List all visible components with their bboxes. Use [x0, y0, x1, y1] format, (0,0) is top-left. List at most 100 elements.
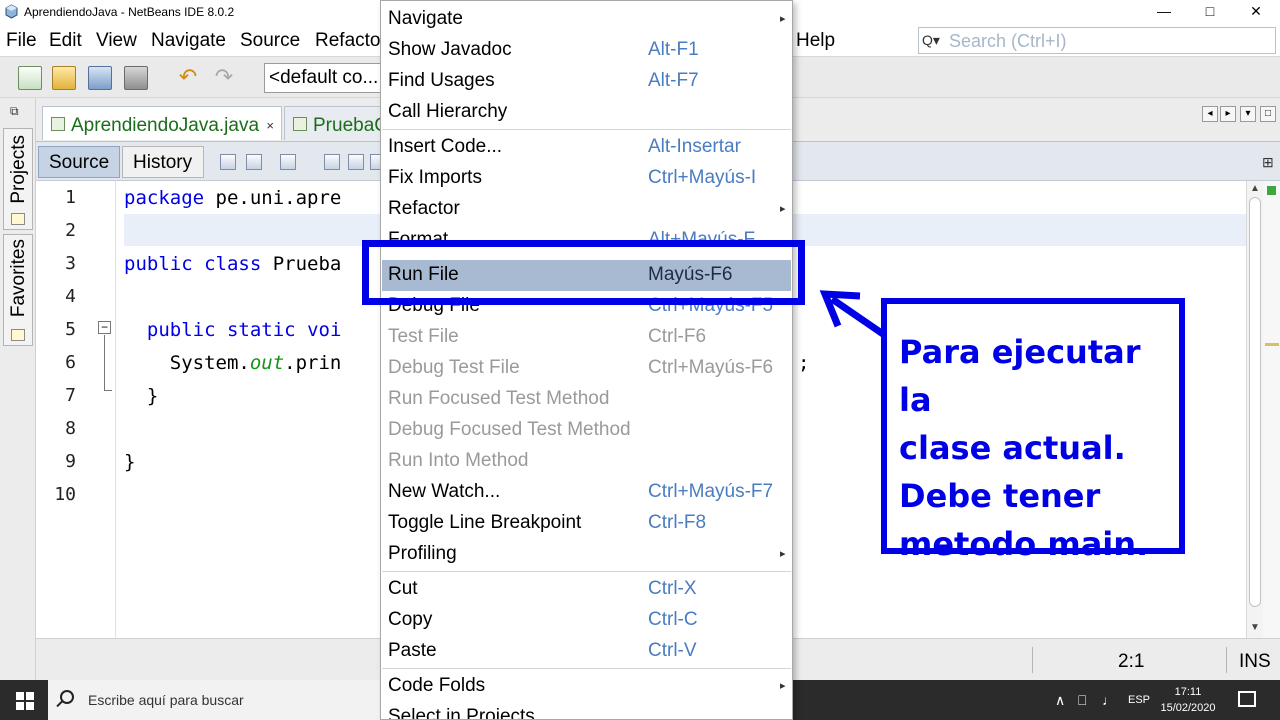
taskbar-search-box[interactable]: Escribe aquí para buscar	[48, 680, 380, 720]
status-separator	[1032, 647, 1033, 673]
code-line-6-tail: ;	[798, 352, 810, 374]
submenu-arrow-icon: ▸	[780, 13, 786, 25]
last-edit-icon[interactable]	[220, 154, 236, 170]
menu-item-paste[interactable]: Paste Ctrl-V	[382, 636, 791, 667]
split-editor-icon[interactable]: ⊞	[1262, 154, 1274, 171]
undo-icon[interactable]: ↶	[176, 66, 200, 90]
menu-item-label: Toggle Line Breakpoint	[388, 512, 582, 533]
new-project-icon[interactable]	[52, 66, 76, 90]
back-icon[interactable]	[246, 154, 262, 170]
source-view-button[interactable]: Source	[38, 146, 120, 178]
menu-item-toggle-breakpoint[interactable]: Toggle Line Breakpoint Ctrl-F8	[382, 508, 791, 539]
menu-item-shortcut: Ctrl-X	[648, 578, 697, 599]
tab-prueba[interactable]: PruebaC	[284, 106, 388, 140]
menu-item-copy[interactable]: Copy Ctrl-C	[382, 605, 791, 636]
network-icon[interactable]: ⎕	[1078, 692, 1086, 709]
find-previous-icon[interactable]	[348, 154, 364, 170]
menu-item-profiling[interactable]: Profiling ▸	[382, 539, 791, 570]
menu-item-shortcut: Ctrl-F8	[648, 512, 707, 533]
menu-item-format[interactable]: Format Alt+Mayús-F	[382, 225, 791, 241]
notifications-icon[interactable]	[1238, 691, 1256, 707]
keyword: public	[124, 253, 193, 275]
menu-item-refactor[interactable]: Refactor ▸	[382, 194, 791, 225]
menu-item-run-focused-test[interactable]: Run Focused Test Method	[382, 384, 791, 415]
new-file-icon[interactable]	[18, 66, 42, 90]
line-number: 7	[65, 385, 76, 406]
history-view-button[interactable]: History	[122, 146, 204, 178]
menu-source[interactable]: Source	[240, 30, 300, 52]
maximize-window-icon[interactable]: □	[1260, 106, 1276, 122]
tab-aprendiendojava[interactable]: AprendiendoJava.java ×	[42, 106, 282, 140]
minimize-button[interactable]: —	[1144, 2, 1184, 22]
menu-item-shortcut: Ctrl-F6	[648, 326, 707, 347]
scroll-up-icon[interactable]: ▲	[1250, 183, 1260, 194]
search-icon: Q▾	[922, 32, 940, 48]
menu-item-insert-code[interactable]: Insert Code... Alt-Insertar	[382, 132, 791, 163]
quick-search-box[interactable]: Q▾ Search (Ctrl+I)	[918, 27, 1276, 54]
menu-item-cut[interactable]: Cut Ctrl-X	[382, 574, 791, 605]
error-stripe	[1263, 181, 1280, 638]
menu-separator	[382, 129, 791, 130]
menu-item-label: Select in Projects	[388, 706, 535, 720]
tab-label: AprendiendoJava.java	[71, 115, 260, 136]
menu-item-debug-focused-test[interactable]: Debug Focused Test Method	[382, 415, 791, 446]
editor-vertical-scrollbar[interactable]: ▲ ▼	[1246, 181, 1263, 638]
menu-item-show-javadoc[interactable]: Show Javadoc Alt-F1	[382, 35, 791, 66]
close-button[interactable]: ✕	[1236, 2, 1276, 22]
insert-mode: INS	[1239, 651, 1271, 672]
warning-mark[interactable]	[1265, 343, 1279, 346]
line-number: 8	[65, 418, 76, 439]
projects-icon	[11, 213, 25, 225]
forward-icon[interactable]	[280, 154, 296, 170]
scroll-tabs-left-icon[interactable]: ◂	[1202, 106, 1218, 122]
menu-item-select-in-projects[interactable]: Select in Projects	[382, 702, 791, 720]
editor-context-menu: Navigate ▸ Show Javadoc Alt-F1 Find Usag…	[380, 0, 793, 720]
menu-item-test-file[interactable]: Test File Ctrl-F6	[382, 322, 791, 353]
show-opened-documents-icon[interactable]: ▾	[1240, 106, 1256, 122]
menu-item-new-watch[interactable]: New Watch... Ctrl+Mayús-F7	[382, 477, 791, 508]
menu-item-call-hierarchy[interactable]: Call Hierarchy	[382, 97, 791, 128]
tray-chevron-icon[interactable]: ∧	[1055, 692, 1065, 709]
menu-file[interactable]: File	[6, 30, 37, 52]
line-number-gutter: 1 2 3 4 5 6 7 8 9 10 −	[36, 181, 116, 638]
menu-item-run-into-method[interactable]: Run Into Method	[382, 446, 791, 477]
taskbar-clock[interactable]: 17:11 15/02/2020	[1158, 684, 1218, 716]
menu-view[interactable]: View	[96, 30, 137, 52]
projects-label: Projects	[8, 135, 29, 204]
scrollbar-thumb[interactable]	[1249, 197, 1261, 607]
line-number: 5	[65, 319, 76, 340]
windows-start-icon[interactable]	[16, 692, 34, 710]
open-project-icon[interactable]	[88, 66, 112, 90]
save-all-icon[interactable]	[124, 66, 148, 90]
search-placeholder: Search (Ctrl+I)	[949, 31, 1067, 51]
scroll-down-icon[interactable]: ▼	[1250, 622, 1260, 633]
volume-icon[interactable]: ♩	[1102, 692, 1116, 708]
code-line-7: }	[124, 385, 158, 407]
redo-icon[interactable]: ↷	[212, 66, 236, 90]
keyword: package	[124, 187, 205, 209]
menu-item-fix-imports[interactable]: Fix Imports Ctrl+Mayús-I	[382, 163, 791, 194]
find-selection-icon[interactable]	[324, 154, 340, 170]
menu-item-find-usages[interactable]: Find Usages Alt-F7	[382, 66, 791, 97]
sidebar-tab-favorites[interactable]: Favorites	[3, 234, 33, 346]
scroll-tabs-right-icon[interactable]: ▸	[1220, 106, 1236, 122]
menu-item-code-folds[interactable]: Code Folds ▸	[382, 671, 791, 702]
configuration-select[interactable]: <default co...	[264, 63, 389, 93]
menu-item-navigate[interactable]: Navigate ▸	[382, 4, 791, 35]
input-language[interactable]: ESP	[1128, 694, 1150, 706]
callout-line-4: metodo main.	[899, 525, 1149, 563]
menu-help[interactable]: Help	[796, 30, 835, 52]
menu-item-label: Refactor	[388, 198, 460, 219]
code-text: .prin	[284, 352, 342, 374]
menu-edit[interactable]: Edit	[49, 30, 82, 52]
menu-navigate[interactable]: Navigate	[151, 30, 226, 52]
menu-item-label: Test File	[388, 326, 459, 347]
maximize-button[interactable]: □	[1190, 2, 1230, 22]
fold-toggle-icon[interactable]: −	[98, 321, 111, 334]
tab-close-icon[interactable]: ×	[266, 118, 274, 133]
menu-refactor[interactable]: Refacto	[315, 30, 380, 52]
menu-item-debug-test-file[interactable]: Debug Test File Ctrl+Mayús-F6	[382, 353, 791, 384]
left-sidebar: ⧉ Projects Favorites	[0, 98, 36, 680]
restore-windows-icon[interactable]: ⧉	[10, 104, 19, 119]
sidebar-tab-projects[interactable]: Projects	[3, 128, 33, 230]
